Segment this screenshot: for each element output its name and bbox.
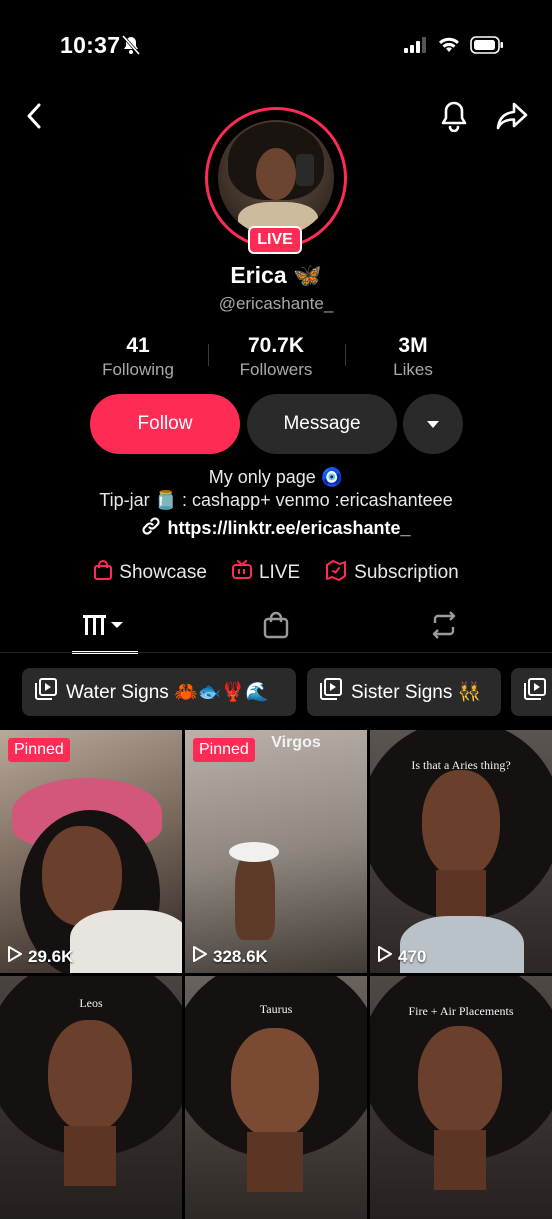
status-indicators [404,36,504,59]
stat-divider [345,344,346,366]
bell-icon [439,100,469,137]
bio-link-text[interactable]: https://linktr.ee/ericashante_ [167,518,410,539]
back-button[interactable] [14,98,54,138]
bio-line-2: Tip-jar 🫙 : cashapp+ venmo :ericashantee… [99,490,453,510]
username: @ericashante_ [218,294,334,313]
video-caption: Is that a Aries thing? [411,758,511,772]
wifi-icon [438,37,460,58]
follow-button[interactable]: Follow [90,394,240,454]
video-caption: Fire + Air Placements [408,1004,514,1018]
signal-icon [404,37,428,58]
repost-icon [429,610,459,644]
view-count: 29.6K [8,946,73,967]
view-count: 470 [378,946,426,967]
video-tile[interactable]: Virgos Pinned 328.6K [185,730,367,973]
tab-videos[interactable] [72,604,138,650]
chevron-left-icon [26,103,42,134]
playlist-icon [523,677,547,707]
stat-value: 41 [126,334,150,357]
video-tile[interactable]: Taurus [185,976,367,1219]
playlist-chip[interactable]: Water Signs 🦀🐟🦞🌊 [22,668,296,716]
shopping-bag-icon [93,559,113,587]
status-time: 10:37 [60,32,121,58]
profile-stats: 41 Following 70.7K Followers 3M Likes [0,334,552,382]
message-button[interactable]: Message [247,394,397,454]
share-button[interactable] [490,96,534,140]
display-name: Erica 🦋 [230,262,322,288]
playlist-label: Sister Signs 👯‍♀️ [351,682,482,703]
stat-likes[interactable]: 3M Likes [353,334,473,380]
stat-label: Likes [393,360,433,379]
video-tile[interactable]: Leos [0,976,182,1219]
playlist-chip-partial[interactable] [511,668,552,716]
stat-label: Following [102,360,174,379]
play-icon [8,946,22,967]
view-count: 328.6K [193,946,268,967]
playlist-chip[interactable]: Sister Signs 👯‍♀️ [307,668,501,716]
subscription-icon [324,559,348,587]
live-badge[interactable]: LIVE [248,226,302,254]
link-icon [141,516,161,541]
stat-value: 3M [398,334,428,357]
share-arrow-icon [495,101,529,136]
tabs-divider [0,652,552,653]
play-icon [193,946,207,967]
play-icon [378,946,392,967]
bell-off-icon [121,35,141,60]
feature-label: Subscription [354,562,459,583]
battery-icon [470,36,504,59]
video-tile[interactable]: Pinned 29.6K [0,730,182,973]
stat-value: 70.7K [247,334,305,357]
stat-followers[interactable]: 70.7K Followers [216,334,336,380]
feature-showcase[interactable]: Showcase [93,559,207,587]
bio-link[interactable]: https://linktr.ee/ericashante_ [0,516,552,541]
feature-label: LIVE [258,562,301,583]
feature-label: Showcase [119,562,207,583]
tab-shop[interactable] [246,604,306,650]
avatar[interactable] [218,120,334,236]
video-caption: Taurus [259,1002,293,1016]
pinned-badge: Pinned [8,738,70,762]
content-tabs [0,604,552,654]
more-options-button[interactable] [403,394,463,454]
video-tile[interactable]: Fire + Air Placements [370,976,552,1219]
stat-divider [208,344,209,366]
tab-reposts[interactable] [414,604,474,650]
caret-down-icon [426,413,440,435]
playlist-icon [34,677,58,707]
pinned-badge: Pinned [193,738,255,762]
feature-live[interactable]: LIVE [231,559,300,587]
bio-line-1: My only page 🧿 [208,467,344,487]
video-caption: Leos [79,996,103,1010]
profile-features: Showcase LIVE Subscription [0,559,552,587]
notifications-button[interactable] [432,96,476,140]
playlist-row: Water Signs 🦀🐟🦞🌊 Sister Signs 👯‍♀️ [0,668,552,716]
playlist-label: Water Signs 🦀🐟🦞🌊 [66,682,269,703]
stat-following[interactable]: 41 Following [78,334,198,380]
video-tile[interactable]: Is that a Aries thing? 470 [370,730,552,973]
grid-icon [83,612,127,643]
stat-label: Followers [239,360,313,379]
tv-icon [231,560,253,586]
playlist-icon [319,677,343,707]
bag-icon [262,610,290,645]
feature-subscription[interactable]: Subscription [324,559,459,587]
status-bar: 10:37 [0,0,552,90]
